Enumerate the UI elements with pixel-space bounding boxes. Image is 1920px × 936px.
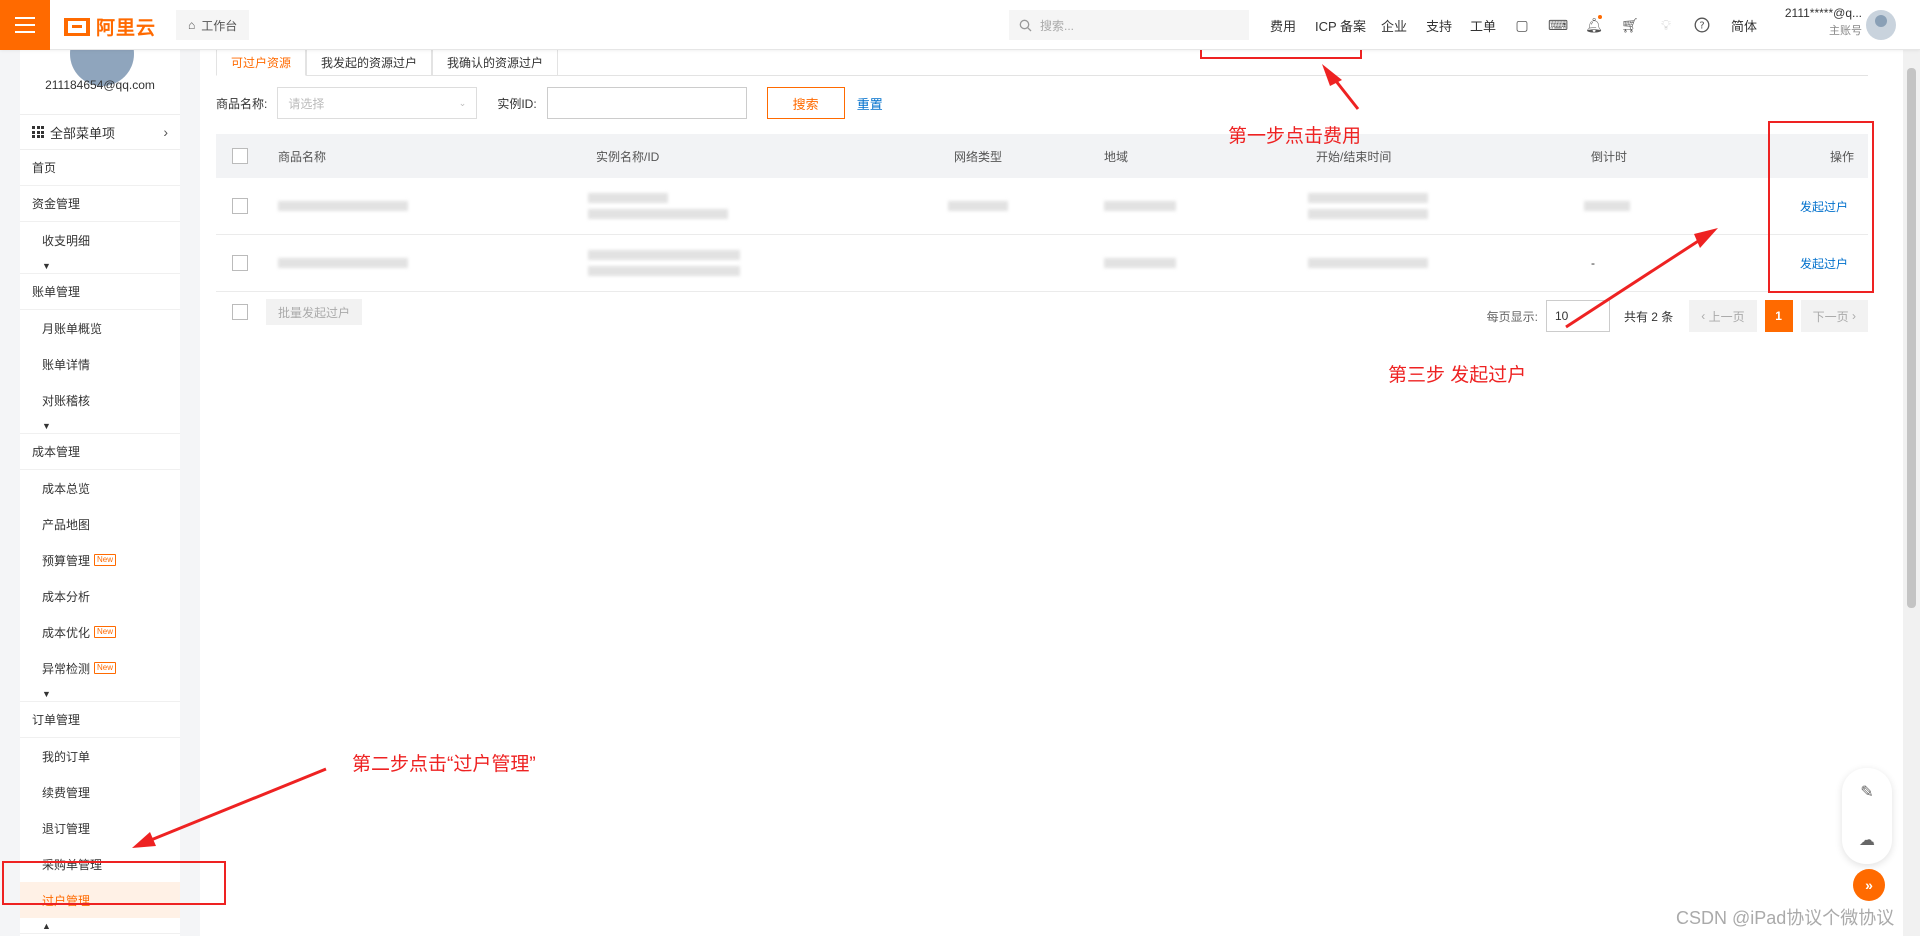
- step2-note: 第二步点击“过户管理”: [352, 754, 536, 775]
- aliyun-logo[interactable]: 阿里云: [64, 13, 156, 40]
- nav-ticket[interactable]: 工单: [1470, 0, 1496, 50]
- top-bar: 阿里云 ⌂ 工作台 搜索... 费用 ICP 备案 企业 支持 工单 ▢ ⌨ 🔔…: [0, 0, 1920, 50]
- user-info[interactable]: 2111*****@q... 主账号: [1762, 6, 1862, 38]
- nav-enterprise-label: 企业: [1381, 18, 1408, 34]
- avatar[interactable]: [1866, 10, 1896, 40]
- nav-enterprise[interactable]: 企业: [1381, 0, 1407, 50]
- logo-text: 阿里云: [96, 18, 157, 39]
- watermark: CSDN @iPad协议个微协议: [1676, 908, 1895, 928]
- menu-toggle-icon[interactable]: [0, 0, 50, 50]
- nav-icp-label: ICP 备案: [1315, 18, 1367, 34]
- step1-arrow: [1322, 64, 1360, 110]
- nav-fee[interactable]: 费用: [1270, 0, 1296, 50]
- workspace-button[interactable]: ⌂ 工作台: [176, 10, 250, 40]
- step3-arrow: [1565, 228, 1718, 329]
- annotation-arrows: [132, 64, 1718, 848]
- language-label: 简体: [1731, 18, 1758, 34]
- nav-ticket-label: 工单: [1470, 18, 1497, 34]
- user-role: 主账号: [1829, 25, 1862, 37]
- nav-support-label: 支持: [1426, 18, 1453, 34]
- terminal-icon[interactable]: ⌨: [1548, 15, 1568, 35]
- help-icon[interactable]: ?: [1692, 15, 1712, 35]
- svg-text:?: ?: [1699, 21, 1704, 32]
- step3-note: 第三步 发起过户: [1388, 365, 1527, 386]
- search-icon: [1019, 19, 1032, 31]
- bell-icon[interactable]: 🔔︎: [1584, 15, 1604, 35]
- nav-fee-label: 费用: [1270, 18, 1297, 34]
- lightbulb-icon[interactable]: 💡︎: [1656, 15, 1676, 35]
- language-switch[interactable]: 简体: [1731, 0, 1757, 50]
- search-placeholder: 搜索...: [1040, 18, 1075, 33]
- step2-arrow: [132, 767, 327, 848]
- nav-support[interactable]: 支持: [1426, 0, 1452, 50]
- cart-icon[interactable]: 🛒︎: [1620, 15, 1640, 35]
- app-icon[interactable]: ▢: [1512, 15, 1532, 35]
- home-icon: ⌂: [188, 18, 196, 32]
- console-page: 阿里云 ⌂ 工作台 搜索... 费用 ICP 备案 企业 支持 工单 ▢ ⌨ 🔔…: [0, 0, 1920, 936]
- logo-mark-icon: [64, 17, 90, 36]
- nav-icp[interactable]: ICP 备案: [1315, 0, 1366, 50]
- search-input[interactable]: 搜索...: [1009, 10, 1249, 40]
- step1-note: 第一步点击费用: [1228, 126, 1362, 147]
- workspace-label: 工作台: [201, 18, 238, 33]
- user-name: 2111*****@q...: [1784, 6, 1862, 20]
